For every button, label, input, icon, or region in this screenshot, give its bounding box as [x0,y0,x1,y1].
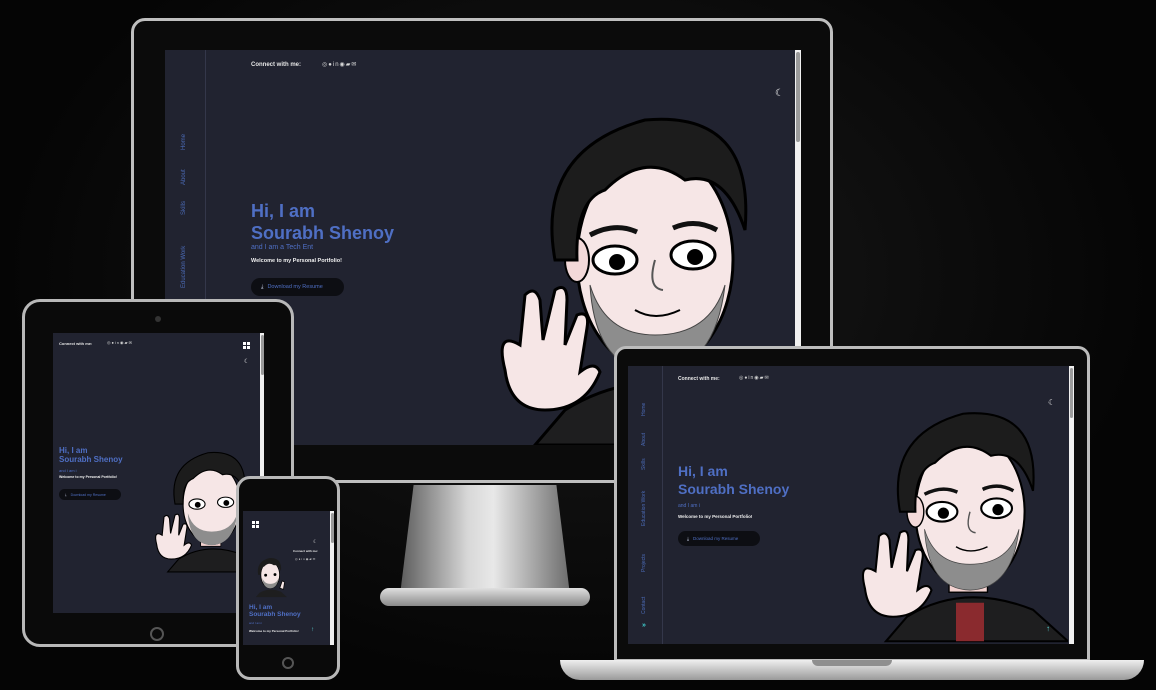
download-icon: ⤓ [261,283,264,290]
download-resume-label: Download my Resume [70,492,106,497]
hero-hi: Hi, I am [678,463,728,479]
scroll-thumb[interactable] [331,513,334,543]
hero-tagline: and I am a Tech Ent [251,244,314,251]
tablet-camera [155,316,161,322]
download-icon: ⤓ [65,492,67,497]
download-icon: ⤓ [687,536,689,541]
monitor-stand [400,485,570,595]
phone-home-button [282,657,294,669]
dark-mode-toggle-icon[interactable]: ☾ [244,358,249,365]
download-resume-button[interactable]: ⤓ Download my Resume [59,489,121,500]
download-resume-label: Download my Resume [267,284,323,290]
hero-name: Sourabh Shenoy [59,455,123,465]
nav-projects[interactable]: Projects [641,554,647,572]
avatar-illustration [861,412,1068,643]
nav-skills[interactable]: Skills [181,201,187,215]
hero-tagline: and I am i [59,468,77,473]
hero-tagline: and I am i [249,621,263,625]
nav-education-work[interactable]: Education Work [641,491,647,526]
laptop-screen: Home About Skills Education Work Project… [628,366,1074,644]
monitor-base [380,588,590,606]
hero-greeting: Hi, I am Sourabh Shenoy [249,604,301,619]
social-icons[interactable]: ◎●in◉▰✉ [107,340,133,345]
dark-mode-toggle-icon[interactable]: ☾ [775,88,784,99]
laptop-notch [812,660,892,666]
hero-hi: Hi, I am [251,201,316,221]
connect-label: Connect with me: [251,62,302,68]
social-icons[interactable]: ◎●in◉▰✉ [295,557,316,561]
menu-grid-icon[interactable] [243,342,250,349]
hero-tagline: and I am i [678,503,700,509]
download-resume-button[interactable]: ⤓ Download my Resume [251,278,344,296]
scroll-to-top-icon[interactable]: ↑ [311,627,314,633]
avatar-illustration [255,558,287,598]
nav-education-work[interactable]: Education Work [181,246,187,288]
scroll-thumb[interactable] [261,335,264,375]
scroll-thumb[interactable] [1070,368,1073,418]
welcome-text: Welcome to my Personal Portfolio! [249,629,299,633]
welcome-text: Welcome to my Personal Portfolio! [59,475,117,479]
sidebar-nav: Home About Skills Education Work Project… [628,366,663,644]
connect-label: Connect with me: [293,549,319,553]
hero-hi: Hi, I am [59,446,88,455]
welcome-text: Welcome to my Personal Portfolio! [678,514,753,519]
download-resume-button[interactable]: ⤓ Download my Resume [678,531,760,546]
download-resume-label: Download my Resume [693,536,739,541]
nav-contact[interactable]: Contact [641,597,647,614]
scrollbar[interactable] [330,511,334,645]
hero-name: Sourabh Shenoy [251,222,395,243]
connect-label: Connect with me: [678,376,720,382]
tablet-home-button [150,627,164,641]
phone-screen: ☾ Connect with me: ◎●in◉▰✉ Hi, I am Sour… [243,511,334,645]
hero-greeting: Hi, I am Sourabh Shenoy [251,202,394,243]
nav-about[interactable]: About [641,433,647,446]
chevron-down-icon[interactable]: » [642,622,646,629]
hero-name: Sourabh Shenoy [678,480,790,497]
nav-home[interactable]: Home [181,134,187,150]
nav-about[interactable]: About [181,169,187,185]
connect-label: Connect with me: [59,341,93,346]
nav-skills[interactable]: Skills [641,458,647,470]
social-icons[interactable]: ◎●in◉▰✉ [739,375,770,381]
social-icons[interactable]: ◎●in◉▰✉ [322,61,357,68]
hero-greeting: Hi, I am Sourabh Shenoy [678,464,789,496]
nav-home[interactable]: Home [641,403,647,416]
hero-name: Sourabh Shenoy [249,610,301,618]
scrollbar[interactable] [1069,366,1074,644]
tablet-screen: Connect with me: ◎●in◉▰✉ ☾ Hi, I am Sour… [53,333,264,613]
dark-mode-toggle-icon[interactable]: ☾ [313,539,317,545]
hero-greeting: Hi, I am Sourabh Shenoy [59,446,123,465]
menu-grid-icon[interactable] [252,521,259,528]
scroll-thumb[interactable] [796,52,800,142]
scroll-to-top-icon[interactable]: ↑ [1046,624,1050,633]
welcome-text: Welcome to my Personal Portfolio! [251,258,342,264]
